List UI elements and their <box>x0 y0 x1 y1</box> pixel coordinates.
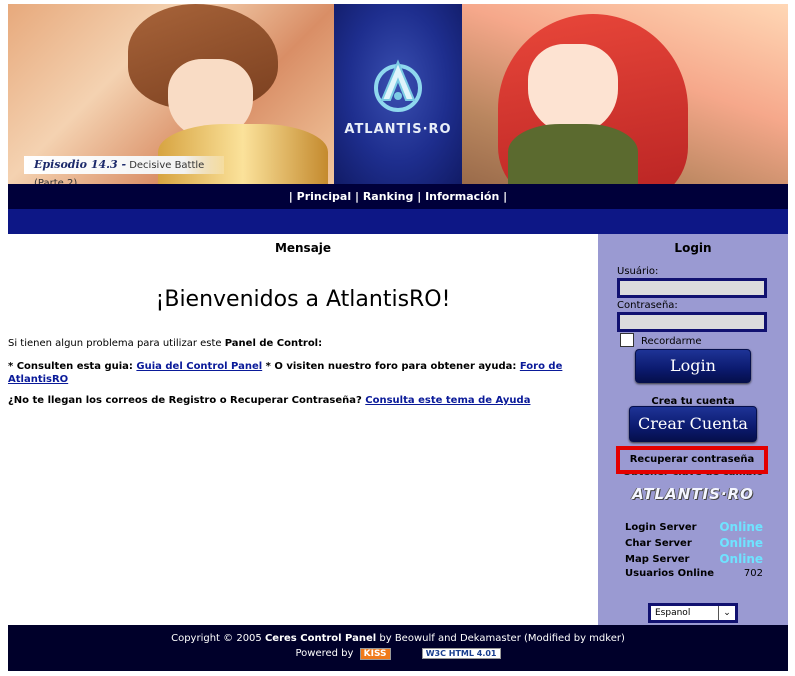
username-input[interactable] <box>617 278 767 298</box>
create-account-button[interactable]: Crear Cuenta <box>629 406 757 442</box>
w3c-badge[interactable]: W3C HTML 4.01 <box>421 648 501 659</box>
powered-by: Powered by KISS W3C HTML 4.01 <box>8 648 788 660</box>
remember-checkbox[interactable] <box>620 333 634 347</box>
page: ATLANTIS·RO Episodio 14.3 - Decisive Bat… <box>8 4 788 671</box>
username-label: Usuário: <box>617 266 659 277</box>
chevron-down-icon: ⌄ <box>718 606 735 620</box>
help-intro: Si tienen algun problema para utilizar e… <box>8 338 323 349</box>
login-title: Login <box>674 241 712 255</box>
login-sidebar: Login Usuário: Contraseña: Recordarme Lo… <box>598 234 788 625</box>
status-badge: Online <box>719 552 763 566</box>
guide-link[interactable]: Guia del Control Panel <box>136 361 262 372</box>
top-nav: | Principal | Ranking | Información | <box>8 184 788 209</box>
welcome-heading: ¡Bienvenidos a AtlantisRO! <box>155 287 451 312</box>
email-help: ¿No te llegan los correos de Registro o … <box>8 395 531 406</box>
nav-ranking[interactable]: Ranking <box>363 190 414 203</box>
hero-boy-armor <box>158 124 328 184</box>
help-links: * Consulten esta guia: Guia del Control … <box>8 361 563 385</box>
nav-informacion[interactable]: Información <box>425 190 499 203</box>
recover-password-link[interactable]: Recuperar contraseña <box>616 446 768 474</box>
nav-principal[interactable]: Principal <box>297 190 351 203</box>
server-brand-logo: ATLANTIS·RO <box>632 485 754 503</box>
message-title: Mensaje <box>274 241 332 255</box>
login-server-row: Login Server Online <box>625 520 763 534</box>
sub-nav-bar <box>8 209 788 234</box>
atlantis-logo-icon <box>374 59 422 112</box>
header-banner: ATLANTIS·RO Episodio 14.3 - Decisive Bat… <box>8 4 788 184</box>
kiss-badge[interactable]: KISS <box>359 648 391 660</box>
copyright-text: Copyright © 2005 Ceres Control Panel by … <box>171 633 625 644</box>
language-select[interactable]: Espanol ⌄ <box>648 603 738 623</box>
password-label: Contraseña: <box>617 300 678 311</box>
heroine-face <box>528 44 618 134</box>
users-online-row: Usuarios Online 702 <box>625 568 763 579</box>
status-badge: Online <box>719 520 763 534</box>
episode-number: Episodio 14.3 - <box>34 158 127 171</box>
main-content: Mensaje ¡Bienvenidos a AtlantisRO! Si ti… <box>8 234 598 625</box>
heroine-outfit <box>508 124 638 184</box>
help-topic-link[interactable]: Consulta este tema de Ayuda <box>365 395 530 406</box>
remember-label: Recordarme <box>641 336 702 347</box>
banner-logo-text: ATLANTIS·RO <box>344 122 452 137</box>
status-badge: Online <box>719 536 763 550</box>
login-button[interactable]: Login <box>635 349 751 383</box>
password-input[interactable] <box>617 312 767 332</box>
users-online-count: 702 <box>743 568 763 579</box>
footer: Copyright © 2005 Ceres Control Panel by … <box>8 625 788 671</box>
episode-caption: Episodio 14.3 - Decisive Battle (Parte 2… <box>24 156 224 184</box>
map-server-row: Map Server Online <box>625 552 763 566</box>
char-server-row: Char Server Online <box>625 536 763 550</box>
